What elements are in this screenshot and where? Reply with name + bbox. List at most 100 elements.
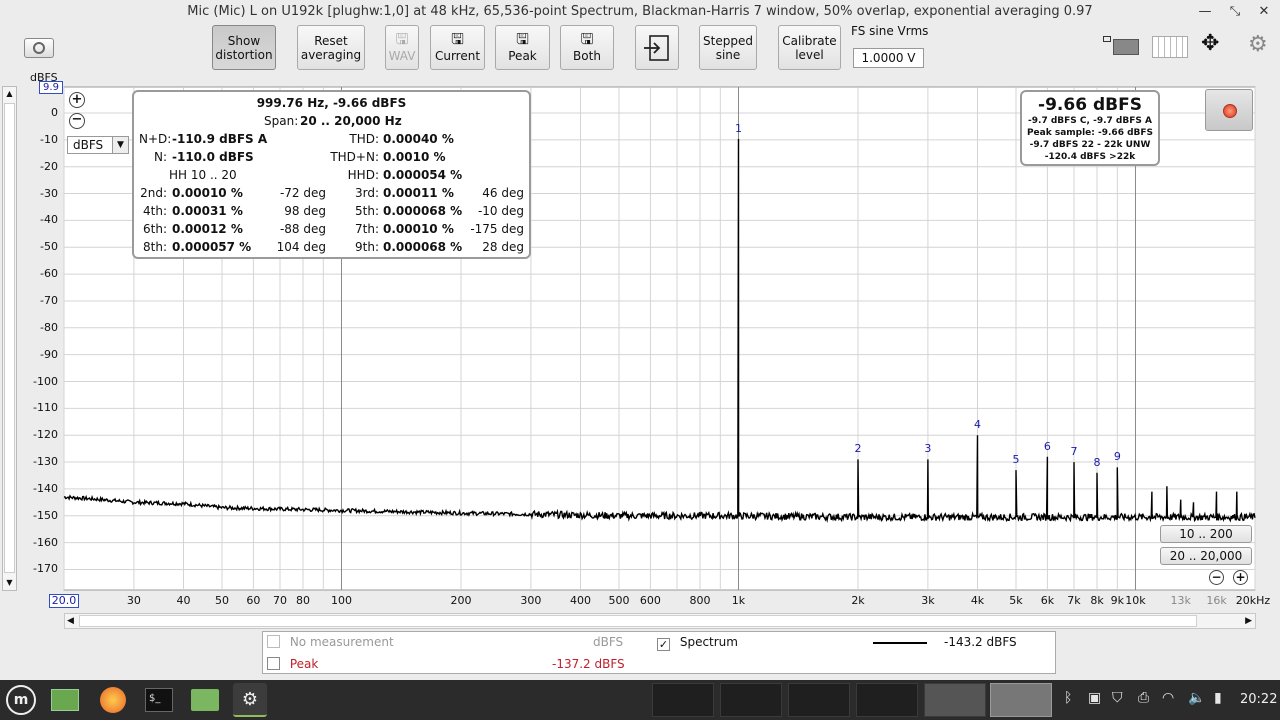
- level-line-1: -9.7 dBFS C, -9.7 dBFS A: [1028, 116, 1152, 126]
- span-value: 20 .. 20,000 Hz: [300, 114, 402, 128]
- harmonic-label-3: 3: [924, 442, 932, 456]
- x-tick-label: 40: [176, 594, 191, 607]
- h3-value: 0.00011 %: [383, 186, 454, 200]
- scroll-left-icon[interactable]: ◀: [67, 614, 74, 628]
- thd-label: THD:: [349, 132, 379, 146]
- harmonic-label-1: 1: [734, 122, 742, 136]
- legend-spectrum[interactable]: ✓ Spectrum: [657, 635, 738, 651]
- window-slot-3[interactable]: [788, 683, 850, 717]
- harmonic-label-5: 5: [1012, 453, 1020, 467]
- legend-no-measurement[interactable]: No measurement: [267, 635, 394, 649]
- y-tick-label: -100: [33, 374, 58, 388]
- h2-value: 0.00010 %: [172, 186, 243, 200]
- shield-icon[interactable]: ⛉: [1112, 690, 1123, 706]
- x-tick-label: 400: [570, 594, 591, 607]
- level-panel: -9.66 dBFS -9.7 dBFS C, -9.7 dBFS A Peak…: [1020, 90, 1160, 166]
- x-tick-label: 200: [450, 594, 472, 607]
- zoom-in-icon[interactable]: +: [69, 92, 85, 108]
- no-measurement-label: No measurement: [289, 635, 394, 649]
- h2-label: 2nd:: [140, 186, 167, 200]
- thdn-label: THD+N:: [330, 150, 379, 164]
- horizontal-scroll-thumb[interactable]: [79, 615, 1197, 627]
- harmonic-label-7: 7: [1070, 445, 1078, 459]
- vertical-scrollbar[interactable]: ▲ ▼: [2, 86, 17, 591]
- x-tick-label: 20kHz: [1235, 594, 1271, 607]
- window-slot-2[interactable]: [720, 683, 782, 717]
- window-slot-1[interactable]: [652, 683, 714, 717]
- window-slot-6[interactable]: [990, 683, 1052, 717]
- harmonic-label-4: 4: [974, 418, 981, 432]
- y-tick-label: -40: [40, 213, 58, 227]
- x-tick-label: 60: [246, 594, 261, 607]
- x-tick-label: 4k: [970, 594, 985, 607]
- terminal-icon[interactable]: $_: [142, 683, 176, 717]
- scroll-down-icon[interactable]: ▼: [3, 576, 16, 590]
- printer-icon[interactable]: ⎙: [1138, 690, 1149, 706]
- settings-app-icon[interactable]: ⚙: [233, 683, 267, 717]
- x-zoom-out-icon[interactable]: −: [1209, 570, 1224, 585]
- h3-label: 3rd:: [354, 186, 379, 200]
- x-tick-label: 300: [520, 594, 542, 607]
- n-label: N:: [153, 150, 167, 164]
- bluetooth-icon[interactable]: ᛒ: [1064, 690, 1072, 706]
- files-icon[interactable]: [188, 683, 222, 717]
- y-top-value[interactable]: 9.9: [39, 81, 63, 94]
- range-20-20000-button[interactable]: 20 .. 20,000: [1160, 547, 1252, 565]
- x-tick-label: 8k: [1090, 594, 1104, 607]
- x-tick-label: 500: [608, 594, 630, 607]
- y-tick-label: -110: [33, 401, 58, 415]
- x-start-value[interactable]: 20.0: [49, 594, 79, 608]
- h5-label: 5th:: [355, 204, 379, 218]
- zoom-out-icon[interactable]: −: [69, 113, 85, 129]
- nd-label: N+D:: [139, 132, 172, 146]
- x-zoom-in-icon[interactable]: +: [1233, 570, 1248, 585]
- window-slot-5[interactable]: [924, 683, 986, 717]
- unit-select-value: dBFS: [73, 138, 104, 152]
- h5-phase: -10 deg: [477, 204, 524, 218]
- menu-icon[interactable]: m: [4, 683, 38, 717]
- horizontal-scrollbar[interactable]: ◀ ▶: [64, 613, 1256, 629]
- spectrum-checkbox[interactable]: ✓: [657, 638, 670, 651]
- y-tick-label: 0: [51, 106, 58, 119]
- peak-value: -137.2 dBFS: [552, 657, 625, 671]
- scroll-up-icon[interactable]: ▲: [3, 87, 16, 101]
- h9-phase: 28 deg: [482, 240, 524, 254]
- hh-label: HH 10 .. 20: [169, 168, 237, 182]
- y-tick-label: -140: [33, 481, 58, 495]
- range-10-200-button[interactable]: 10 .. 200: [1160, 525, 1252, 543]
- no-measurement-checkbox[interactable]: [267, 635, 280, 648]
- y-tick-label: -160: [33, 535, 58, 549]
- h4-phase: 98 deg: [284, 204, 326, 218]
- vertical-scroll-thumb[interactable]: [4, 103, 15, 573]
- x-tick-label: 800: [689, 594, 711, 607]
- y-tick-label: -80: [40, 320, 58, 334]
- y-tick-label: -120: [33, 428, 58, 442]
- record-button[interactable]: [1205, 89, 1253, 131]
- unit-select[interactable]: dBFS ▼: [67, 136, 129, 154]
- h8-phase: 104 deg: [276, 240, 326, 254]
- show-desktop-icon[interactable]: [48, 683, 82, 717]
- peak-label: Peak: [289, 657, 319, 671]
- h8-label: 8th:: [143, 240, 167, 254]
- wifi-icon[interactable]: ◠: [1162, 690, 1174, 706]
- h3-phase: 46 deg: [482, 186, 524, 200]
- volume-icon[interactable]: 🔈: [1188, 690, 1205, 706]
- x-tick-label: 600: [639, 594, 661, 607]
- h4-value: 0.00031 %: [172, 204, 243, 218]
- scroll-right-icon[interactable]: ▶: [1245, 614, 1252, 628]
- hhd-value: 0.000054 %: [383, 168, 463, 182]
- legend-peak[interactable]: Peak: [267, 657, 318, 671]
- y-tick-label: -130: [33, 455, 58, 469]
- clipboard-icon[interactable]: ▣: [1088, 690, 1101, 706]
- y-tick-label: -20: [40, 159, 58, 173]
- y-tick-label: -90: [40, 347, 58, 361]
- x-tick-label: 30: [126, 594, 141, 607]
- firefox-icon[interactable]: [96, 683, 130, 717]
- harmonic-label-8: 8: [1093, 455, 1101, 469]
- h7-phase: -175 deg: [470, 222, 524, 236]
- peak-checkbox[interactable]: [267, 657, 280, 670]
- x-tick-label: 50: [214, 594, 229, 607]
- window-slot-4[interactable]: [856, 683, 918, 717]
- h6-value: 0.00012 %: [172, 222, 243, 236]
- battery-icon[interactable]: ▮: [1214, 690, 1222, 706]
